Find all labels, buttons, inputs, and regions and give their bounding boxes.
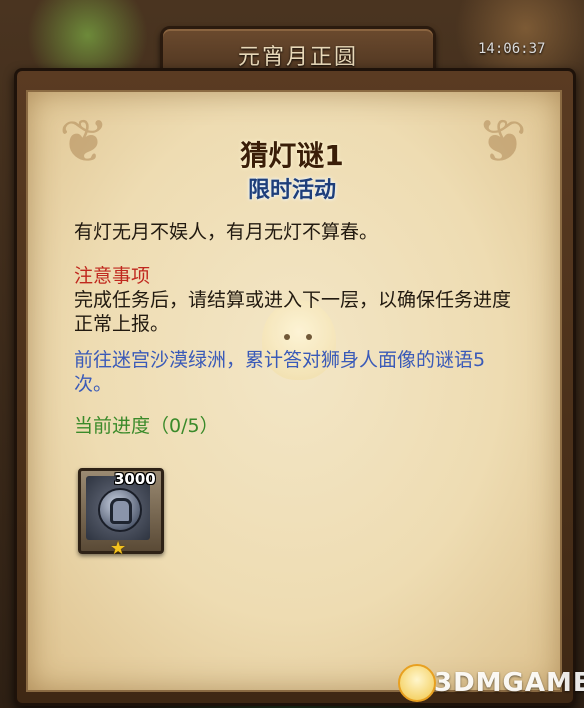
riddle-text: 有灯无月不娱人，有月无灯不算春。 (74, 221, 379, 243)
notice-body: 完成任务后，请结算或进入下一层，以确保任务进度正常上报。 (74, 289, 512, 335)
event-title: 猜灯谜1 (240, 139, 344, 172)
helmet-coin-icon (98, 488, 142, 532)
star-icon: ★ (110, 538, 127, 559)
event-subtitle: 限时活动 (247, 178, 336, 203)
clock: 14:06:37 (478, 41, 546, 57)
task-description: 前往迷宫沙漠绿洲，累计答对狮身人面像的谜语5次。 (74, 349, 486, 395)
reward-amount: 3000 (114, 470, 156, 488)
watermark-logo-icon (398, 664, 436, 702)
window-title: 元宵月正圆 (237, 45, 358, 70)
progress-text: 当前进度（0/5） (74, 415, 219, 437)
notice-heading: 注意事项 (74, 265, 151, 287)
watermark-text: 3DMGAME (434, 668, 584, 698)
